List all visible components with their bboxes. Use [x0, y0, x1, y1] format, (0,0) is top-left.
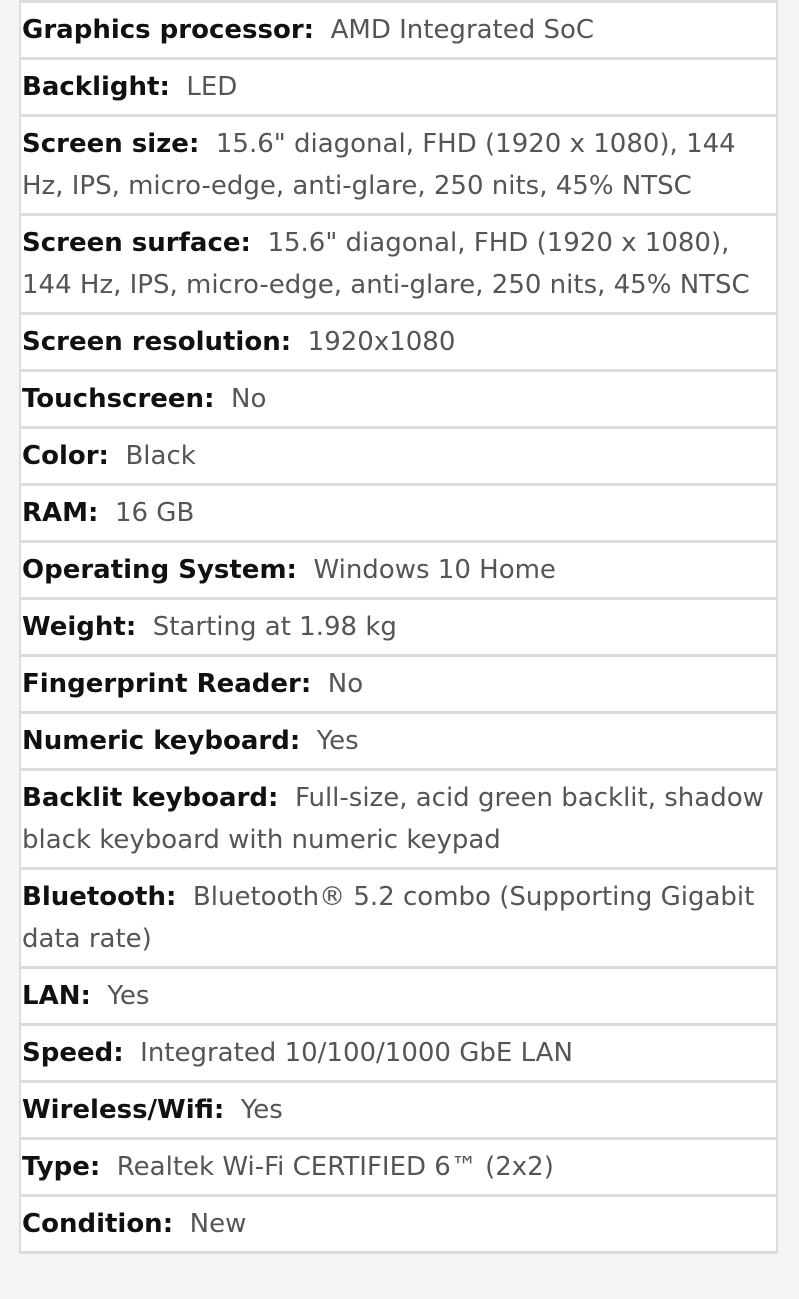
spec-row: Numeric keyboard: Yes	[21, 714, 776, 768]
spec-value: 1920x1080	[307, 327, 456, 357]
spec-row: Screen surface: 15.6" diagonal, FHD (192…	[21, 216, 776, 312]
spec-value: Realtek Wi-Fi CERTIFIED 6™ (2x2)	[116, 1152, 554, 1182]
spec-value: Integrated 10/100/1000 GbE LAN	[140, 1038, 573, 1068]
spec-value: 16 GB	[114, 498, 195, 528]
spec-row: Screen resolution: 1920x1080	[21, 315, 776, 369]
spec-label: Weight:	[22, 612, 137, 642]
spec-label: Speed:	[22, 1038, 124, 1068]
specs-table: Graphics processor: AMD Integrated SoC Ba…	[19, 0, 778, 1254]
spec-row: LAN: Yes	[21, 969, 776, 1023]
spec-label: Wireless/Wifi:	[22, 1095, 225, 1125]
spec-label: Type:	[22, 1152, 101, 1182]
spec-label: Backlight:	[22, 72, 170, 102]
spec-label: Bluetooth:	[22, 882, 177, 912]
spec-row: Type: Realtek Wi-Fi CERTIFIED 6™ (2x2)	[21, 1140, 776, 1194]
spec-label: RAM:	[22, 498, 99, 528]
spec-label: LAN:	[22, 981, 91, 1011]
spec-row: Operating System: Windows 10 Home	[21, 543, 776, 597]
spec-row: Screen size: 15.6" diagonal, FHD (1920 x…	[21, 117, 776, 213]
spec-label: Touchscreen:	[22, 384, 215, 414]
spec-value: Yes	[240, 1095, 283, 1125]
spec-row: Touchscreen: No	[21, 372, 776, 426]
spec-value: Starting at 1.98 kg	[152, 612, 397, 642]
spec-label: Operating System:	[22, 555, 297, 585]
spec-value: Yes	[107, 981, 150, 1011]
spec-label: Screen size:	[22, 129, 200, 159]
spec-value: LED	[186, 72, 238, 102]
spec-row: Fingerprint Reader: No	[21, 657, 776, 711]
spec-value: Black	[125, 441, 196, 471]
spec-label: Graphics processor:	[22, 15, 315, 45]
spec-row: Weight: Starting at 1.98 kg	[21, 600, 776, 654]
spec-value: Yes	[316, 726, 359, 756]
spec-row: RAM: 16 GB	[21, 486, 776, 540]
spec-row: Backlit keyboard: Full-size, acid green …	[21, 771, 776, 867]
spec-label: Condition:	[22, 1209, 174, 1239]
spec-row: Bluetooth: Bluetooth® 5.2 combo (Support…	[21, 870, 776, 966]
spec-row: Graphics processor: AMD Integrated SoC	[21, 3, 776, 57]
spec-value: Windows 10 Home	[313, 555, 556, 585]
spec-row: Backlight: LED	[21, 60, 776, 114]
spec-label: Screen resolution:	[22, 327, 292, 357]
spec-row: Color: Black	[21, 429, 776, 483]
spec-row: Condition: New	[21, 1197, 776, 1251]
spec-value: New	[189, 1209, 247, 1239]
spec-label: Backlit keyboard:	[22, 783, 279, 813]
spec-value: AMD Integrated SoC	[330, 15, 595, 45]
spec-value: No	[327, 669, 364, 699]
spec-label: Color:	[22, 441, 109, 471]
spec-label: Numeric keyboard:	[22, 726, 301, 756]
spec-label: Screen surface:	[22, 228, 251, 258]
spec-label: Fingerprint Reader:	[22, 669, 312, 699]
spec-row: Wireless/Wifi: Yes	[21, 1083, 776, 1137]
spec-value: No	[231, 384, 267, 414]
spec-row: Speed: Integrated 10/100/1000 GbE LAN	[21, 1026, 776, 1080]
